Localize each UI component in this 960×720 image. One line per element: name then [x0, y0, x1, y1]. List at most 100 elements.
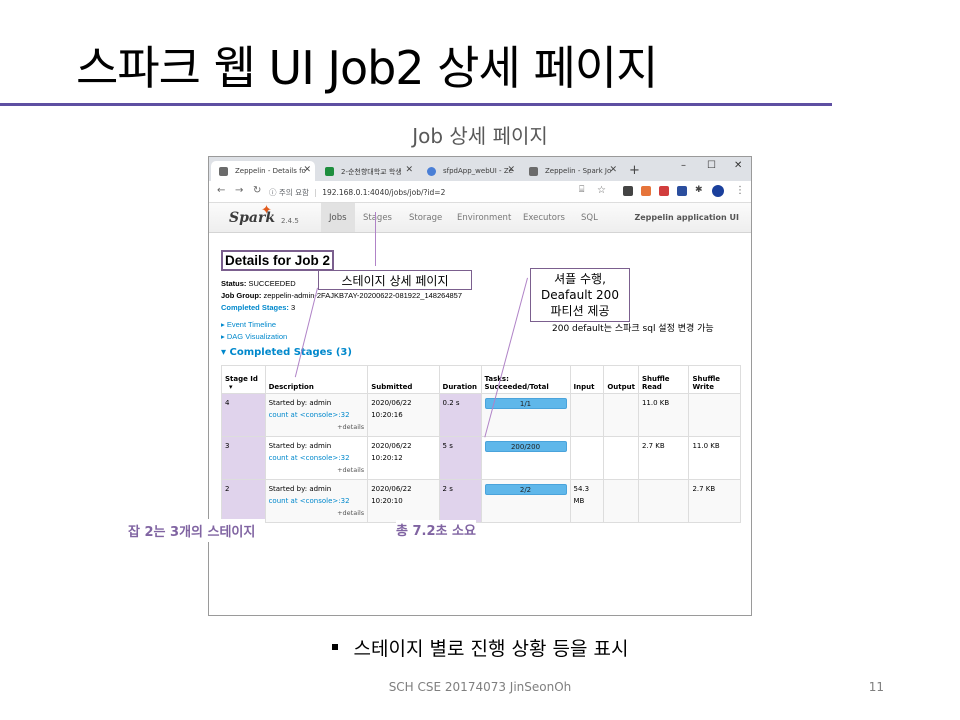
extension-icon[interactable] [659, 186, 669, 196]
reload-icon[interactable]: ↻ [253, 185, 261, 196]
group-value: zeppelin-admin-2FAJKB7AY-20200622-081922… [263, 291, 463, 300]
browser-tab-zeppelin-spark[interactable]: Zeppelin - Spark Jo ✕ [521, 161, 621, 181]
puzzle-icon[interactable]: ✱ [695, 185, 703, 195]
submitted-cell: 2020/06/22 10:20:10 [367, 479, 440, 523]
shuffle-callout: 셔플 수행, Deafault 200 파티션 제공 [530, 268, 630, 322]
tab-executors[interactable]: Executors [515, 203, 573, 232]
shuffle-read-cell: 11.0 KB [637, 393, 690, 437]
sql-setting-note: 200 default는 스파크 sql 설정 변경 가능 [552, 324, 714, 334]
header-label: Stage Id [225, 375, 258, 383]
close-icon[interactable]: ✕ [405, 165, 413, 175]
task-progress-bar: 2/2 [484, 484, 567, 495]
bookmark-star-icon[interactable]: ☆ [597, 185, 606, 196]
bullet-point: 스테이지 별로 진행 상황 등을 표시 [0, 634, 960, 661]
stage-link[interactable]: count at <console>:32 [269, 411, 350, 419]
tab-sql[interactable]: SQL [573, 203, 606, 232]
shuffle-write-cell: 11.0 KB [688, 436, 741, 480]
sheet-favicon-icon [325, 167, 334, 176]
caret-down-icon: ▾ [221, 347, 230, 358]
browser-tab-sfpdapp[interactable]: sfpdApp_webUI - Ze ✕ [419, 161, 519, 181]
minimize-icon[interactable]: – [681, 160, 686, 171]
extension-icon[interactable] [677, 186, 687, 196]
title-rule [0, 103, 832, 106]
translate-icon[interactable]: ⌸ [579, 185, 584, 195]
shuffle-callout-line: Deafault 200 [541, 288, 619, 302]
close-icon[interactable]: ✕ [609, 165, 617, 175]
back-arrow-icon[interactable]: ← [217, 185, 225, 196]
tab-jobs[interactable]: Jobs [321, 203, 355, 232]
extension-icon[interactable] [641, 186, 651, 196]
output-cell [603, 393, 639, 437]
url-input[interactable]: ⓘ 주의 요함 | 192.168.0.1:4040/jobs/job/?id=… [269, 184, 569, 200]
url-text: 192.168.0.1:4040/jobs/job/?id=2 [322, 188, 446, 197]
started-by: Started by: admin [268, 485, 332, 493]
dag-visualization-toggle[interactable]: ▸ DAG Visualization [221, 332, 287, 341]
col-output[interactable]: Output [603, 365, 639, 394]
group-label: Job Group: [221, 291, 262, 300]
feather-favicon-icon [427, 167, 436, 176]
input-cell [569, 393, 605, 437]
maximize-icon[interactable]: ☐ [707, 160, 716, 171]
tab-stages[interactable]: Stages [355, 203, 400, 232]
spark-navbar: Spark ✦ 2.4.5 Jobs Stages Storage Enviro… [209, 203, 751, 233]
tab-label: Zeppelin - Details fo [235, 167, 306, 175]
app-name: Zeppelin application UI [634, 213, 739, 222]
close-icon[interactable]: ✕ [303, 165, 311, 175]
stage-link[interactable]: count at <console>:32 [269, 497, 350, 505]
browser-tab-zeppelin-details[interactable]: Zeppelin - Details fo ✕ [211, 161, 315, 181]
started-by: Started by: admin [268, 442, 332, 450]
shuffle-callout-line: 파티션 제공 [550, 304, 610, 318]
shuffle-callout-line: 셔플 수행, [554, 272, 606, 286]
table-row: 2 Started by: admin count at <console>:3… [221, 479, 741, 523]
task-progress-bar: 1/1 [484, 398, 567, 409]
new-tab-button[interactable]: + [629, 163, 640, 178]
table-header-row: Stage Id ▾ Description Submitted Duration… [221, 365, 741, 394]
col-shuffle-read[interactable]: Shuffle Read [637, 365, 690, 394]
status-label: Status: [221, 279, 247, 288]
avatar[interactable] [712, 185, 724, 197]
completed-stages-link[interactable]: Completed Stages: [221, 303, 289, 312]
job-group: Job Group: zeppelin-admin-2FAJKB7AY-2020… [221, 291, 462, 300]
browser-tab-bar: Zeppelin - Details fo ✕ 2-순천향대학교 학생 ✕ sf… [209, 157, 751, 181]
col-tasks[interactable]: Tasks: Succeeded/Total [480, 365, 571, 394]
task-progress-bar: 200/200 [484, 441, 567, 452]
details-toggle[interactable]: +details [269, 507, 364, 519]
col-duration[interactable]: Duration [438, 365, 482, 394]
details-toggle[interactable]: +details [269, 421, 364, 433]
tab-environment[interactable]: Environment [449, 203, 519, 232]
kebab-menu-icon[interactable]: ⋮ [735, 185, 745, 196]
event-timeline-toggle[interactable]: ▸ Event Timeline [221, 320, 276, 329]
extension-icon[interactable] [623, 186, 633, 196]
zeppelin-favicon-icon [529, 167, 538, 176]
completed-stages-count: 3 [291, 303, 296, 312]
window-close-icon[interactable]: ✕ [734, 160, 742, 171]
duration-cell: 0.2 s [438, 393, 482, 437]
status-value: SUCCEEDED [248, 279, 296, 288]
forward-arrow-icon[interactable]: → [235, 185, 243, 196]
col-description[interactable]: Description [264, 365, 369, 394]
sort-icon: ▾ [229, 383, 233, 391]
completed-stages-toggle[interactable]: ▾ Completed Stages (3) [221, 347, 352, 358]
browser-tab-sheet[interactable]: 2-순천향대학교 학생 ✕ [317, 161, 417, 181]
input-cell [569, 436, 605, 480]
col-submitted[interactable]: Submitted [367, 365, 440, 394]
job-heading: Details for Job 2 [221, 250, 335, 271]
bullet-square-icon [331, 643, 338, 650]
spark-star-icon: ✦ [261, 203, 272, 218]
submitted-cell: 2020/06/22 10:20:12 [367, 436, 440, 480]
stage-link[interactable]: count at <console>:32 [269, 454, 350, 462]
tab-storage[interactable]: Storage [401, 203, 450, 232]
shuffle-write-cell: 2.7 KB [688, 479, 741, 523]
duration-cell: 2 s [438, 479, 482, 523]
col-shuffle-write[interactable]: Shuffle Write [688, 365, 741, 394]
col-stage-id[interactable]: Stage Id ▾ [221, 365, 266, 394]
details-toggle[interactable]: +details [269, 464, 364, 476]
zeppelin-favicon-icon [219, 167, 228, 176]
col-input[interactable]: Input [569, 365, 605, 394]
page-number: 11 [868, 680, 884, 694]
close-icon[interactable]: ✕ [507, 165, 515, 175]
tasks-cell: 2/2 [480, 479, 571, 523]
duration-cell: 5 s [438, 436, 482, 480]
total-time-note: 총 7.2초 소요 [396, 520, 476, 539]
slide-subtitle: Job 상세 페이지 [412, 124, 548, 148]
